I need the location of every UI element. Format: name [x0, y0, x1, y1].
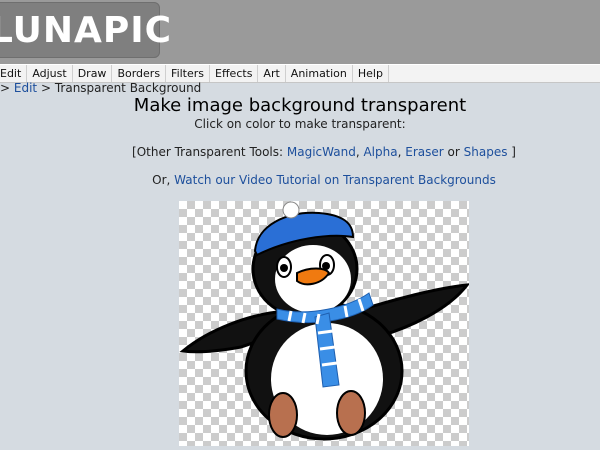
video-prefix: Or, — [152, 173, 171, 187]
page-subtitle: Click on color to make transparent: — [194, 117, 406, 131]
link-alpha[interactable]: Alpha — [363, 145, 397, 159]
link-shapes[interactable]: Shapes — [464, 145, 508, 159]
logo[interactable]: LUNAPIC — [0, 2, 171, 58]
menu-art[interactable]: Art — [258, 65, 286, 82]
link-eraser[interactable]: Eraser — [405, 145, 443, 159]
logo-text: LUNAPIC — [0, 10, 173, 51]
other-tools-line: [Other Transparent Tools: MagicWand, Alp… — [0, 145, 600, 159]
menu-edit[interactable]: Edit — [0, 65, 28, 82]
breadcrumb-prefix: > — [0, 81, 11, 95]
video-line: Or, Watch our Video Tutorial on Transpar… — [0, 173, 600, 187]
menu-filters[interactable]: Filters — [166, 65, 211, 82]
menu-animation[interactable]: Animation — [286, 65, 353, 82]
menu-borders[interactable]: Borders — [112, 65, 167, 82]
menu-draw[interactable]: Draw — [73, 65, 113, 82]
image-canvas[interactable] — [179, 201, 469, 446]
link-magicwand[interactable]: MagicWand — [287, 145, 356, 159]
menu-effects[interactable]: Effects — [210, 65, 259, 82]
menu-adjust[interactable]: Adjust — [27, 65, 73, 82]
penguin-foot-left — [268, 392, 298, 438]
breadcrumb-link-edit[interactable]: Edit — [14, 81, 37, 95]
header-bar: LUNAPIC — [0, 0, 600, 64]
penguin-foot-right — [336, 390, 366, 436]
menu-help[interactable]: Help — [353, 65, 389, 82]
penguin-hat-pompom — [282, 201, 300, 219]
video-tutorial-link[interactable]: Watch our Video Tutorial on Transparent … — [174, 173, 496, 187]
tools-sep-2: , — [397, 145, 402, 159]
tools-sep-3: or — [447, 145, 460, 159]
penguin-image[interactable] — [179, 201, 469, 446]
tools-sep-1: , — [355, 145, 360, 159]
page-title: Make image background transparent — [133, 95, 467, 116]
tools-suffix: ] — [511, 145, 516, 159]
tools-prefix: [Other Transparent Tools: — [132, 145, 284, 159]
breadcrumb-current: > Transparent Background — [40, 81, 202, 95]
breadcrumb: > Edit > Transparent Background — [0, 81, 201, 95]
